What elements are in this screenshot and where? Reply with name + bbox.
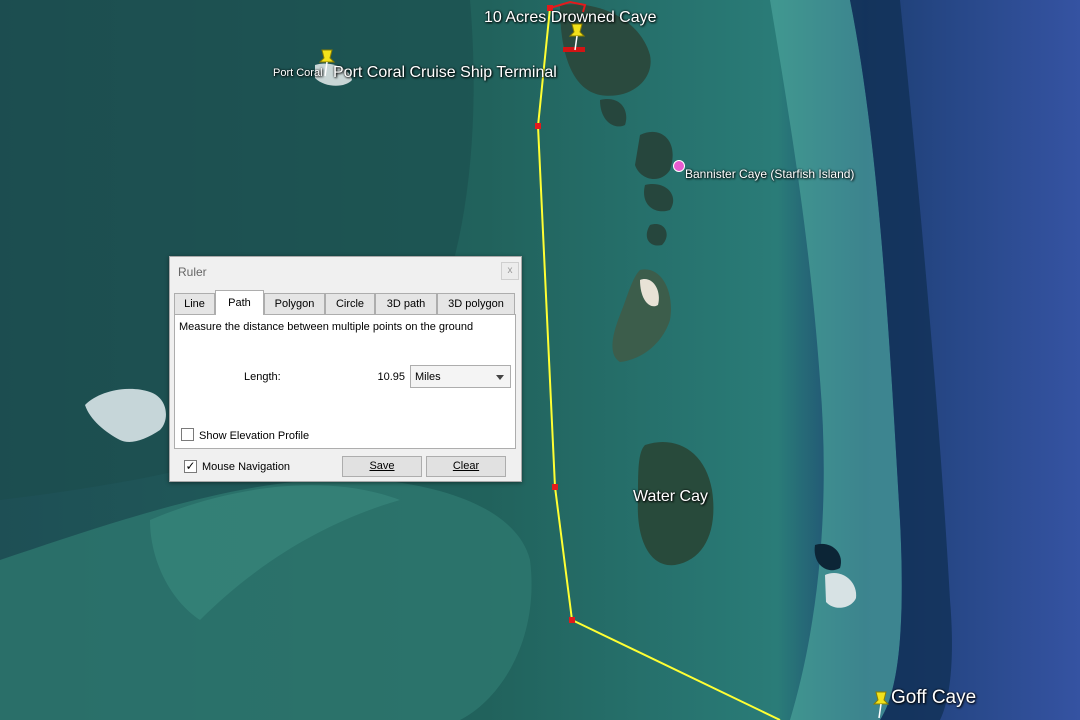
mouse-navigation-label[interactable]: Mouse Navigation [202,461,290,473]
units-dropdown[interactable]: Miles [410,365,511,388]
chevron-down-icon [496,375,504,380]
elevation-profile-checkbox[interactable] [181,428,194,441]
path-vertex[interactable] [569,617,575,623]
length-value: 10.95 [377,371,405,383]
clear-button[interactable]: Clear [426,456,506,477]
units-selected: Miles [415,371,441,383]
length-label: Length: [244,371,281,383]
label-port-coral[interactable]: Port Coral [273,67,323,79]
elevation-profile-label[interactable]: Show Elevation Profile [199,430,309,442]
ruler-titlebar[interactable]: Ruler x [170,257,521,285]
pushpin-icon[interactable] [872,690,892,720]
tab-polygon[interactable]: Polygon [264,293,325,314]
mouse-navigation-checkbox[interactable]: ✓ [184,460,197,473]
tab-path[interactable]: Path [215,290,264,315]
label-port-coral-terminal[interactable]: Port Coral Cruise Ship Terminal [333,64,557,82]
ruler-dialog: Ruler x Line Path Polygon Circle 3D path… [169,256,522,482]
panel-description: Measure the distance between multiple po… [179,321,474,333]
close-button[interactable]: x [501,262,519,280]
label-goff-caye[interactable]: Goff Caye [891,687,976,709]
tab-3d-path[interactable]: 3D path [375,293,437,314]
label-bannister-caye[interactable]: Bannister Caye (Starfish Island) [685,167,854,181]
tab-circle[interactable]: Circle [325,293,375,314]
tab-3d-polygon[interactable]: 3D polygon [437,293,515,314]
path-panel: Measure the distance between multiple po… [174,314,516,449]
dialog-title: Ruler [178,265,207,279]
label-ten-acres[interactable]: 10 Acres Drowned Caye [484,9,657,27]
path-vertex[interactable] [535,123,541,129]
placemark-dot-icon[interactable] [673,160,685,172]
path-vertex[interactable] [552,484,558,490]
label-water-cay[interactable]: Water Cay [633,488,708,506]
tab-line[interactable]: Line [174,293,215,314]
save-button[interactable]: Save [342,456,422,477]
satellite-map[interactable] [0,0,1080,720]
